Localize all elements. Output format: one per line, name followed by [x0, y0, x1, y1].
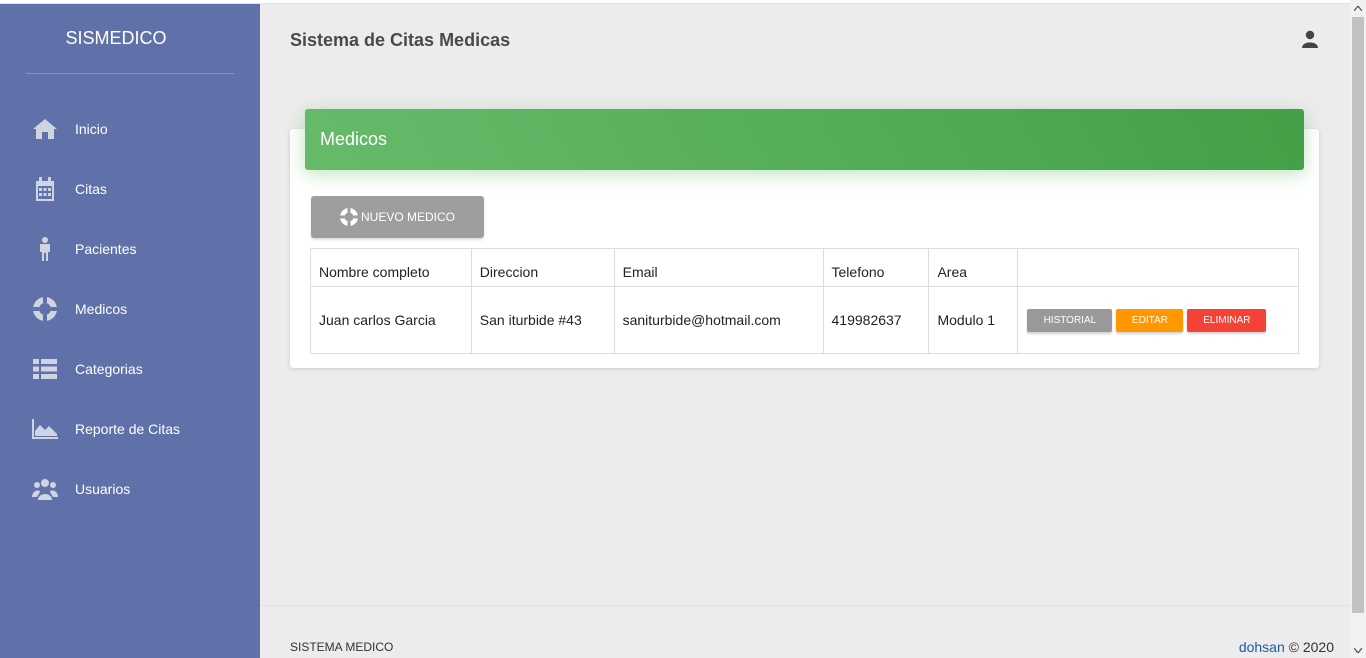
lifebuoy-icon: [32, 296, 58, 322]
cell-telefono: 419982637: [822, 286, 930, 354]
card-header: Medicos: [305, 109, 1304, 170]
calendar-icon: [32, 176, 58, 202]
cell-direccion: San iturbide #43: [470, 286, 615, 354]
new-medico-button[interactable]: NUEVO MEDICO: [311, 196, 484, 238]
sidebar: SISMEDICO Inicio Citas Pacientes Medicos: [0, 4, 260, 658]
page-title: Sistema de Citas Medicas: [290, 30, 511, 50]
page-scrollbar[interactable]: [1350, 0, 1366, 658]
list-icon: [32, 356, 58, 382]
sidebar-item-citas[interactable]: Citas: [0, 159, 260, 219]
cell-nombre: Juan carlos Garcia: [310, 286, 472, 354]
scroll-thumb[interactable]: [1352, 17, 1364, 613]
area-chart-icon: [32, 416, 58, 442]
copyright-text: © 2020: [1288, 639, 1334, 655]
sidebar-item-label: Medicos: [75, 301, 128, 317]
lifebuoy-icon: [339, 208, 358, 226]
column-header: Telefono: [822, 248, 930, 287]
sidebar-item-pacientes[interactable]: Pacientes: [0, 219, 260, 279]
sidebar-item-categorias[interactable]: Categorias: [0, 339, 260, 399]
cell-area: Modulo 1: [928, 286, 1019, 354]
home-icon: [32, 116, 58, 142]
person-icon: [32, 236, 58, 262]
edit-button[interactable]: EDITAR: [1116, 308, 1184, 332]
sidebar-nav: Inicio Citas Pacientes Medicos Categoria…: [0, 99, 260, 519]
sidebar-item-label: Citas: [75, 181, 107, 197]
column-header: Direccion: [470, 248, 615, 287]
table-header-row: Nombre completo Direccion Email Telefono…: [310, 248, 1299, 287]
new-medico-label: NUEVO MEDICO: [360, 210, 455, 224]
column-header: Area: [928, 248, 1019, 287]
sidebar-item-label: Usuarios: [75, 481, 131, 497]
brand-divider: [26, 73, 234, 74]
sidebar-item-label: Pacientes: [75, 241, 137, 257]
author-link[interactable]: dohsan: [1239, 639, 1285, 655]
sidebar-item-label: Categorias: [75, 361, 143, 377]
card-title: Medicos: [320, 129, 388, 149]
footer-divider: [260, 605, 1350, 606]
delete-button[interactable]: ELIMINAR: [1187, 308, 1267, 332]
footer-copyright: dohsan © 2020: [1239, 639, 1334, 655]
cell-actions: HISTORIAL EDITAR ELIMINAR: [1017, 286, 1299, 354]
scroll-down-icon[interactable]: [1350, 642, 1366, 658]
scroll-up-icon[interactable]: [1350, 0, 1366, 16]
sidebar-item-reporte-de-citas[interactable]: Reporte de Citas: [0, 399, 260, 459]
table-row: Juan carlos Garcia San iturbide #43 sani…: [310, 286, 1299, 354]
column-header: [1017, 248, 1299, 287]
sidebar-item-inicio[interactable]: Inicio: [0, 99, 260, 159]
sidebar-item-usuarios[interactable]: Usuarios: [0, 459, 260, 519]
column-header: Nombre completo: [310, 248, 472, 287]
users-icon: [32, 476, 58, 502]
user-icon[interactable]: [1301, 30, 1321, 50]
brand-logo[interactable]: SISMEDICO: [0, 28, 232, 49]
cell-email: saniturbide@hotmail.com: [613, 286, 824, 354]
historial-button[interactable]: HISTORIAL: [1027, 308, 1113, 332]
sidebar-item-label: Inicio: [75, 121, 108, 137]
sidebar-item-medicos[interactable]: Medicos: [0, 279, 260, 339]
sidebar-item-label: Reporte de Citas: [75, 421, 181, 437]
footer-system-name: SISTEMA MEDICO: [290, 640, 394, 654]
column-header: Email: [613, 248, 824, 287]
medicos-table: Nombre completo Direccion Email Telefono…: [310, 248, 1299, 354]
